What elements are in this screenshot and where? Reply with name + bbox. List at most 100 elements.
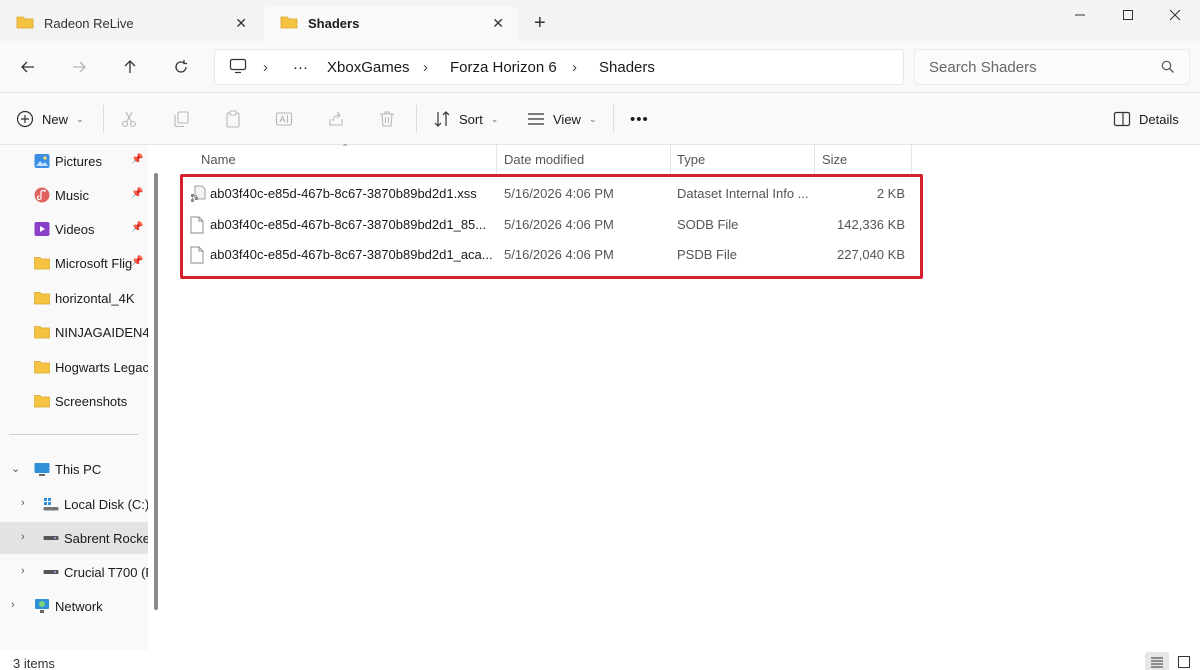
copy-button[interactable] — [171, 109, 191, 129]
sidebar-item-label: Screenshots — [55, 393, 128, 409]
delete-button[interactable] — [377, 109, 397, 129]
computer-icon — [34, 461, 50, 477]
more-options-button[interactable]: ••• — [630, 107, 649, 131]
sidebar-item-this-pc[interactable]: This PC — [34, 454, 101, 484]
clipboard-icon — [226, 110, 240, 128]
view-button[interactable]: View ⌄ — [527, 107, 597, 131]
sidebar-item-local-disk-c[interactable]: Local Disk (C:) — [43, 489, 148, 519]
address-bar[interactable]: › ··· XboxGames › Forza Horizon 6 › Shad… — [214, 49, 904, 85]
cut-button[interactable] — [119, 109, 139, 129]
sidebar-item-hogwarts-legacy[interactable]: Hogwarts Legac — [34, 352, 148, 382]
sidebar-item-label: horizontal_4K — [55, 290, 135, 306]
scissors-icon — [121, 111, 137, 128]
command-bar: New ⌄ Sort ⌄ View ⌄ ••• Details — [0, 93, 1200, 145]
search-icon[interactable] — [1161, 60, 1175, 77]
sidebar-item-label: Sabrent Rocket — [64, 530, 148, 546]
annotation-highlight-box — [180, 174, 923, 279]
tiles-view-icon — [1178, 656, 1190, 668]
back-button[interactable] — [16, 55, 40, 79]
sidebar-item-label: Network — [55, 598, 103, 614]
refresh-button[interactable] — [169, 55, 193, 79]
pin-icon[interactable]: 📌 — [131, 154, 143, 165]
pin-icon[interactable]: 📌 — [131, 188, 143, 199]
sidebar-item-videos[interactable]: Videos — [34, 214, 95, 244]
paste-button[interactable] — [223, 109, 243, 129]
rename-button[interactable] — [274, 109, 294, 129]
chevron-right-icon[interactable]: › — [21, 497, 25, 509]
trash-icon — [380, 111, 394, 127]
breadcrumb-chevron-icon[interactable]: › — [263, 59, 268, 76]
sidebar-item-label: Crucial T700 (F — [64, 564, 148, 580]
column-divider[interactable] — [670, 145, 671, 174]
music-icon — [34, 187, 50, 203]
sidebar-scrollbar[interactable] — [154, 173, 158, 610]
column-header-type[interactable]: Type — [677, 145, 705, 174]
share-button[interactable] — [326, 109, 346, 129]
close-tab-icon[interactable]: ✕ — [235, 15, 247, 31]
column-header-name[interactable]: Name — [201, 145, 236, 174]
column-divider[interactable] — [496, 145, 497, 174]
tab-shaders[interactable]: Shaders ✕ — [264, 6, 518, 41]
breadcrumb-chevron-icon[interactable]: › — [572, 59, 577, 76]
new-button[interactable]: New ⌄ — [16, 107, 84, 131]
sidebar-item-label: Videos — [55, 221, 95, 237]
breadcrumb-xboxgames[interactable]: XboxGames — [327, 59, 410, 76]
column-divider[interactable] — [814, 145, 815, 174]
more-options-icon: ••• — [630, 110, 649, 128]
breadcrumb-chevron-icon[interactable]: › — [423, 59, 428, 76]
sidebar-item-horizontal-4k[interactable]: horizontal_4K — [34, 283, 135, 313]
breadcrumb-overflow[interactable]: ··· — [293, 59, 308, 76]
column-header-size[interactable]: Size — [822, 145, 847, 174]
details-view-button[interactable] — [1145, 652, 1169, 670]
search-input[interactable] — [929, 57, 1149, 77]
pictures-icon — [34, 153, 50, 169]
navigation-bar: › ··· XboxGames › Forza Horizon 6 › Shad… — [0, 41, 1200, 93]
copy-icon — [174, 111, 189, 128]
forward-button[interactable] — [67, 55, 91, 79]
sidebar-item-network[interactable]: Network — [34, 591, 103, 621]
maximize-button[interactable] — [1105, 4, 1151, 26]
folder-icon — [34, 393, 50, 409]
back-arrow-icon — [21, 61, 34, 73]
pin-icon[interactable]: 📌 — [131, 256, 143, 267]
tab-radeon-relive[interactable]: Radeon ReLive ✕ — [0, 6, 261, 41]
search-box[interactable] — [914, 49, 1190, 85]
column-divider[interactable] — [911, 145, 912, 174]
chevron-right-icon[interactable]: › — [21, 565, 25, 577]
rename-icon — [275, 112, 293, 126]
pin-icon[interactable]: 📌 — [131, 222, 143, 233]
minimize-button[interactable] — [1057, 4, 1103, 26]
minimize-icon — [1075, 14, 1085, 16]
close-window-button[interactable] — [1152, 4, 1198, 26]
sort-button[interactable]: Sort ⌄ — [433, 107, 498, 131]
maximize-icon — [1123, 10, 1133, 20]
chevron-right-icon[interactable]: › — [21, 531, 25, 543]
chevron-down-icon: ⌄ — [76, 113, 84, 124]
chevron-down-icon: ⌄ — [490, 113, 499, 124]
column-header-date-modified[interactable]: Date modified — [504, 145, 584, 174]
drive-icon — [43, 530, 59, 546]
sidebar-item-label: Hogwarts Legac — [55, 359, 148, 375]
new-tab-button[interactable]: + — [534, 12, 546, 34]
sidebar-item-sabrent-rocket[interactable]: Sabrent Rocket — [43, 523, 148, 553]
toolbar-divider — [416, 105, 417, 133]
computer-icon — [229, 58, 247, 78]
chevron-right-icon[interactable]: › — [11, 599, 15, 611]
breadcrumb-forza-horizon-6[interactable]: Forza Horizon 6 — [450, 59, 557, 76]
chevron-down-icon[interactable]: ⌄ — [11, 462, 20, 475]
tiles-view-button[interactable] — [1172, 652, 1196, 670]
sidebar-item-pictures[interactable]: Pictures — [34, 146, 102, 176]
close-tab-icon[interactable]: ✕ — [492, 15, 504, 31]
sidebar-item-microsoft-flight[interactable]: Microsoft Flig — [34, 248, 132, 278]
up-button[interactable] — [118, 55, 142, 79]
folder-icon — [34, 359, 50, 375]
sidebar-item-ninjagaiden4[interactable]: NINJAGAIDEN4 — [34, 317, 148, 347]
view-list-icon — [528, 113, 544, 125]
up-arrow-icon — [124, 60, 136, 73]
sidebar-item-screenshots[interactable]: Screenshots — [34, 386, 127, 416]
breadcrumb-shaders[interactable]: Shaders — [599, 59, 655, 76]
new-label: New — [42, 111, 69, 127]
details-button[interactable]: Details — [1113, 107, 1179, 131]
sidebar-item-music[interactable]: Music — [34, 180, 89, 210]
sidebar-item-crucial-t700[interactable]: Crucial T700 (F — [43, 557, 148, 587]
